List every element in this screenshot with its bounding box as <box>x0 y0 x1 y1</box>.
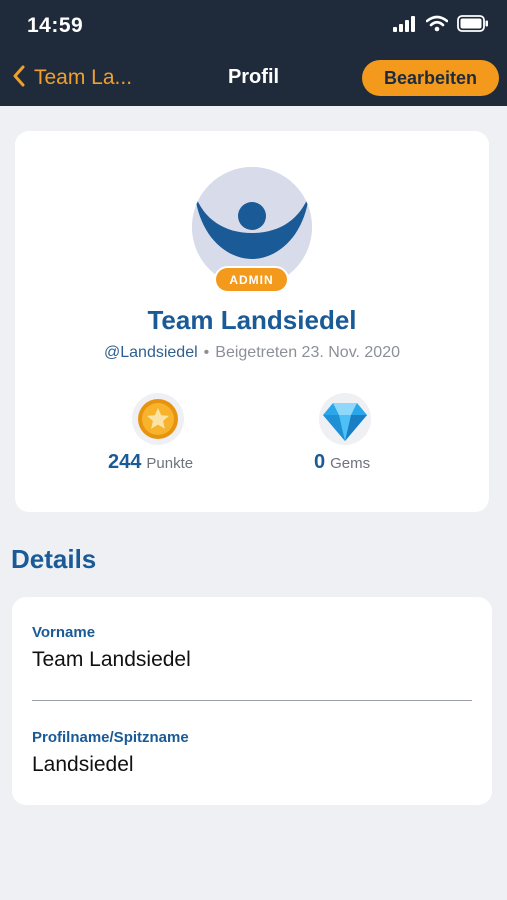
battery-icon <box>457 15 489 37</box>
nickname-value: Landsiedel <box>32 753 134 776</box>
signal-icon <box>393 15 417 37</box>
profile-name: Team Landsiedel <box>147 305 357 335</box>
profile-handle: @Landsiedel <box>104 344 198 361</box>
gems-label: Gems <box>330 455 371 472</box>
first-name-value: Team Landsiedel <box>32 648 191 671</box>
status-time: 14:59 <box>27 14 84 37</box>
edit-button[interactable]: Bearbeiten <box>362 60 499 96</box>
app-header: 14:59 Team La... Profil Bearbeiten <box>0 0 507 106</box>
admin-badge: ADMIN <box>214 266 289 293</box>
points-stat: 244 Punkte <box>108 451 193 474</box>
chevron-left-icon <box>12 65 26 92</box>
profile-meta: @Landsiedel • Beigetreten 23. Nov. 2020 <box>15 344 489 362</box>
field-divider <box>32 700 472 701</box>
points-value: 244 <box>108 451 142 473</box>
status-bar: 14:59 <box>0 0 507 50</box>
details-card: Vorname Team Landsiedel Profilname/Spitz… <box>12 597 492 805</box>
wifi-icon <box>425 15 449 37</box>
nickname-label: Profilname/Spitzname <box>32 729 189 746</box>
status-icons <box>393 15 489 37</box>
gems-value: 0 <box>314 451 326 473</box>
nav-bar: Team La... Profil Bearbeiten <box>0 52 507 104</box>
meta-separator: • <box>203 344 210 361</box>
profile-card: ADMIN Team Landsiedel @Landsiedel • Beiget… <box>15 131 489 512</box>
back-label: Team La... <box>34 66 133 89</box>
join-date: Beigetreten 23. Nov. 2020 <box>215 344 400 361</box>
details-heading: Details <box>11 544 97 574</box>
coin-icon <box>132 393 184 445</box>
gems-stat: 0 Gems <box>314 451 370 474</box>
points-label: Punkte <box>146 455 194 472</box>
gem-icon <box>319 393 371 445</box>
first-name-label: Vorname <box>32 624 96 641</box>
back-button[interactable]: Team La... <box>12 64 132 92</box>
